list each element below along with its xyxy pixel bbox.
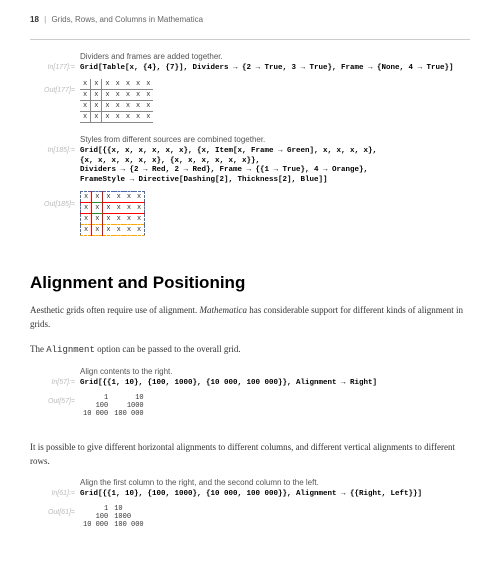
code-4: Grid[{{1, 10}, {100, 1000}, {10 000, 100…	[80, 490, 470, 500]
page-number: 18	[30, 15, 39, 24]
code-2: Grid[{{x, x, x, x, x, x}, {x, Item[x, Fr…	[80, 147, 470, 186]
in-label-4: In[61]:=	[30, 490, 75, 497]
caption-2: Styles from different sources are combin…	[80, 135, 470, 144]
output-2: xxxxxx xxxxxx xxxxxx xxxxxx	[80, 191, 470, 236]
para-2: The Alignment option can be passed to th…	[30, 342, 470, 357]
out-label-1: Out[177]=	[30, 87, 75, 94]
section-heading: Alignment and Positioning	[30, 273, 470, 293]
para-3: It is possible to give different horizon…	[30, 440, 470, 469]
caption-3: Align contents to the right.	[80, 367, 470, 376]
para-1: Aesthetic grids often require use of ali…	[30, 303, 470, 332]
caption-4: Align the first column to the right, and…	[80, 478, 470, 487]
header-title: Grids, Rows, and Columns in Mathematica	[51, 15, 203, 24]
code-2-line3: Dividers → {2 → Red, 2 → Red}, Frame → {…	[80, 166, 470, 176]
output-4: 110 1001000 10 000100 000	[80, 505, 470, 529]
header-divider	[30, 39, 470, 40]
out-label-2: Out[185]=	[30, 201, 75, 208]
page-header: 18 | Grids, Rows, and Columns in Mathema…	[30, 15, 470, 24]
in-label-1: In[177]:=	[30, 64, 75, 71]
header-sep: |	[44, 15, 46, 24]
out-label-4: Out[61]=	[30, 509, 75, 516]
code-3: Grid[{{1, 10}, {100, 1000}, {10 000, 100…	[80, 379, 470, 389]
code-2-line4: FrameStyle → Directive[Dashing[2], Thick…	[80, 176, 470, 186]
code-2-line1: Grid[{{x, x, x, x, x, x}, {x, Item[x, Fr…	[80, 147, 470, 157]
in-label-2: In[185]:=	[30, 147, 75, 154]
code-1: Grid[Table[x, {4}, {7}], Dividers → {2 →…	[80, 64, 470, 74]
code-2-line2: {x, x, x, x, x, x}, {x, x, x, x, x, x}},	[80, 157, 470, 167]
out-label-3: Out[57]=	[30, 398, 75, 405]
output-1: xxxxxxx xxxxxxx xxxxxxx xxxxxxx	[80, 79, 470, 123]
caption-1: Dividers and frames are added together.	[80, 52, 470, 61]
in-label-3: In[57]:=	[30, 379, 75, 386]
output-3: 110 1001000 10 000100 000	[80, 394, 470, 418]
